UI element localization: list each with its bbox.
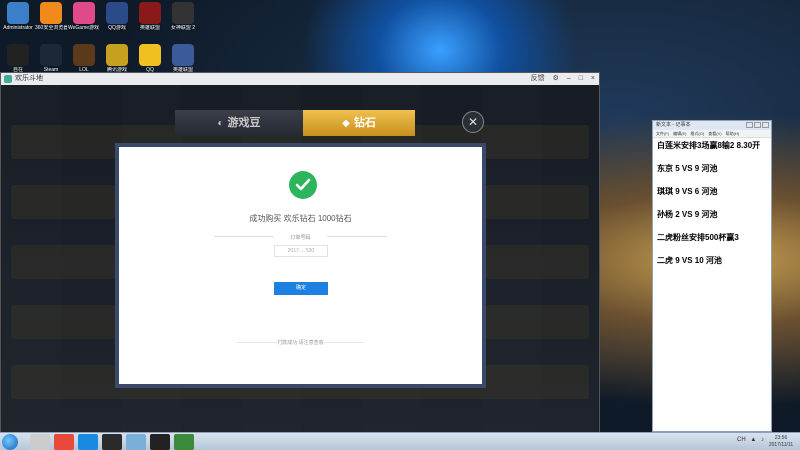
notepad-line: 孙杨 2 VS 9 河池	[657, 210, 718, 219]
app-logo-icon	[4, 75, 12, 83]
app-icon	[139, 2, 161, 24]
success-message: 成功购买 欢乐钻石 1000钻石	[249, 214, 352, 223]
clock-time: 23:56	[774, 435, 788, 441]
app-icon	[172, 2, 194, 24]
diamond-icon: ◆	[342, 118, 350, 129]
clock[interactable]: 23:56 2017/11/11	[766, 435, 796, 449]
app-icon	[7, 2, 29, 24]
shop-tabbar: ◐ 游戏豆 ◆ 钻石	[175, 110, 415, 136]
desktop-icon-label: Administrator	[3, 25, 33, 31]
notepad-menu-item[interactable]: 帮助(H)	[726, 131, 740, 136]
taskbar-app-folder[interactable]	[126, 434, 146, 450]
taskbar: CH ▲ ♪ 23:56 2017/11/11	[0, 432, 800, 450]
desktop-icon[interactable]: QQ游戏	[101, 2, 133, 31]
purchase-success-dialog: 成功购买 欢乐钻石 1000钻石 订单号码 2017 ... 530 确定 付款…	[115, 143, 486, 388]
notepad-menu-item[interactable]: 文件(F)	[656, 131, 669, 136]
notepad-line: 东京 5 VS 9 河池	[657, 164, 718, 173]
volume-icon[interactable]: ♪	[761, 437, 764, 443]
maximize-button[interactable]	[754, 121, 761, 128]
desktop-icon-label: 360安全浏览器 9	[35, 25, 67, 31]
order-number-field: 2017 ... 530	[274, 245, 328, 257]
desktop-icon-label: 英雄联盟	[139, 25, 160, 31]
window-close-button[interactable]: ×	[591, 75, 595, 82]
desktop-icon[interactable]: 360安全浏览器 9	[35, 2, 67, 31]
app-icon	[73, 44, 95, 66]
desktop-icon-label: WeGame游戏 直播	[68, 25, 100, 31]
notepad-line: 二虎粉丝安排500杯赢3	[657, 233, 739, 242]
taskbar-app-huanle-app[interactable]	[174, 434, 194, 450]
desktop-icon[interactable]: 自在	[2, 44, 34, 73]
app-icon	[40, 44, 62, 66]
notepad-menu-item[interactable]: 编辑(E)	[673, 131, 686, 136]
language-icon[interactable]: CH	[737, 437, 746, 443]
network-icon[interactable]: ▲	[750, 437, 756, 443]
notepad-line: 二虎 9 VS 10 河池	[657, 256, 722, 265]
app-title: 欢乐斗地	[15, 75, 43, 82]
tab-game-beans[interactable]: ◐ 游戏豆	[175, 110, 303, 136]
shop-close-button[interactable]: ✕	[462, 111, 484, 133]
footer-text: 付款成功 请注意查收	[277, 340, 324, 346]
notepad-titlebar: 新文本 - 记事本	[653, 121, 771, 130]
notepad-menu-item[interactable]: 格式(O)	[690, 131, 704, 136]
taskbar-app-kugou[interactable]	[78, 434, 98, 450]
start-button[interactable]	[2, 434, 18, 450]
notepad-line: 白莲米安排3场赢8输2 8.30开	[657, 141, 761, 150]
system-tray: CH ▲ ♪	[734, 437, 764, 443]
notepad-text-area[interactable]: 白莲米安排3场赢8输2 8.30开 东京 5 VS 9 河池 琪琪 9 VS 6 河…	[653, 138, 771, 280]
order-label: 订单号码	[290, 235, 311, 241]
divider	[327, 236, 387, 237]
minimize-button[interactable]	[746, 121, 753, 128]
confirm-button[interactable]: 确定	[274, 282, 328, 295]
close-icon: ✕	[467, 115, 479, 129]
close-button[interactable]	[762, 121, 769, 128]
tab-label: 钻石	[353, 117, 376, 129]
desktop-icon[interactable]: QQ	[134, 44, 166, 73]
desktop-icon[interactable]: 女神联盟 2	[167, 2, 199, 31]
divider	[324, 342, 364, 343]
app-icon	[73, 2, 95, 24]
app-titlebar: 欢乐斗地 反馈 ⚙ – □ ×	[1, 73, 599, 85]
desktop-icon[interactable]: 腾讯游戏	[101, 44, 133, 73]
desktop-icon[interactable]: 英雄联盟	[167, 44, 199, 73]
desktop-icon-label: QQ游戏	[108, 25, 126, 31]
app-icon	[40, 2, 62, 24]
taskbar-app-chrome[interactable]	[54, 434, 74, 450]
notepad-line: 琪琪 9 VS 6 河池	[657, 187, 718, 196]
taskbar-app-user-app[interactable]	[30, 434, 50, 450]
taskbar-app-steam[interactable]	[102, 434, 122, 450]
settings-icon[interactable]: ⚙	[553, 75, 559, 82]
tab-diamond[interactable]: ◆ 钻石	[303, 110, 415, 136]
notepad-menu-item[interactable]: 查看(V)	[708, 131, 721, 136]
desktop-icon-label: 女神联盟 2	[170, 25, 196, 31]
desktop-icon[interactable]: Steam	[35, 44, 67, 73]
notepad-title: 新文本 - 记事本	[656, 122, 691, 128]
feedback-link[interactable]: 反馈	[531, 75, 545, 82]
clock-date: 2017/11/11	[768, 442, 794, 448]
desktop-icon[interactable]: LOL	[68, 44, 100, 73]
app-icon	[139, 44, 161, 66]
notepad-menubar: 文件(F) 编辑(E) 格式(O) 查看(V) 帮助(H)	[653, 130, 771, 138]
notepad-window: 新文本 - 记事本 文件(F) 编辑(E) 格式(O) 查看(V) 帮助(H) 白莲米安…	[652, 120, 772, 432]
desktop-icon[interactable]: Administrator	[2, 2, 34, 31]
tab-label: 游戏豆	[227, 117, 261, 129]
minimize-button[interactable]: –	[567, 75, 571, 82]
app-icon	[172, 44, 194, 66]
desktop-icon[interactable]: WeGame游戏 直播	[68, 2, 100, 31]
bean-icon: ◐	[217, 118, 224, 129]
check-icon	[289, 171, 317, 199]
app-icon	[7, 44, 29, 66]
app-icon	[106, 44, 128, 66]
app-icon	[106, 2, 128, 24]
taskbar-app-game-app[interactable]	[150, 434, 170, 450]
window-controls: 反馈 ⚙ – □ ×	[525, 73, 595, 85]
notepad-controls	[745, 121, 769, 130]
maximize-button[interactable]: □	[579, 75, 583, 82]
desktop-icon[interactable]: 英雄联盟	[134, 2, 166, 31]
